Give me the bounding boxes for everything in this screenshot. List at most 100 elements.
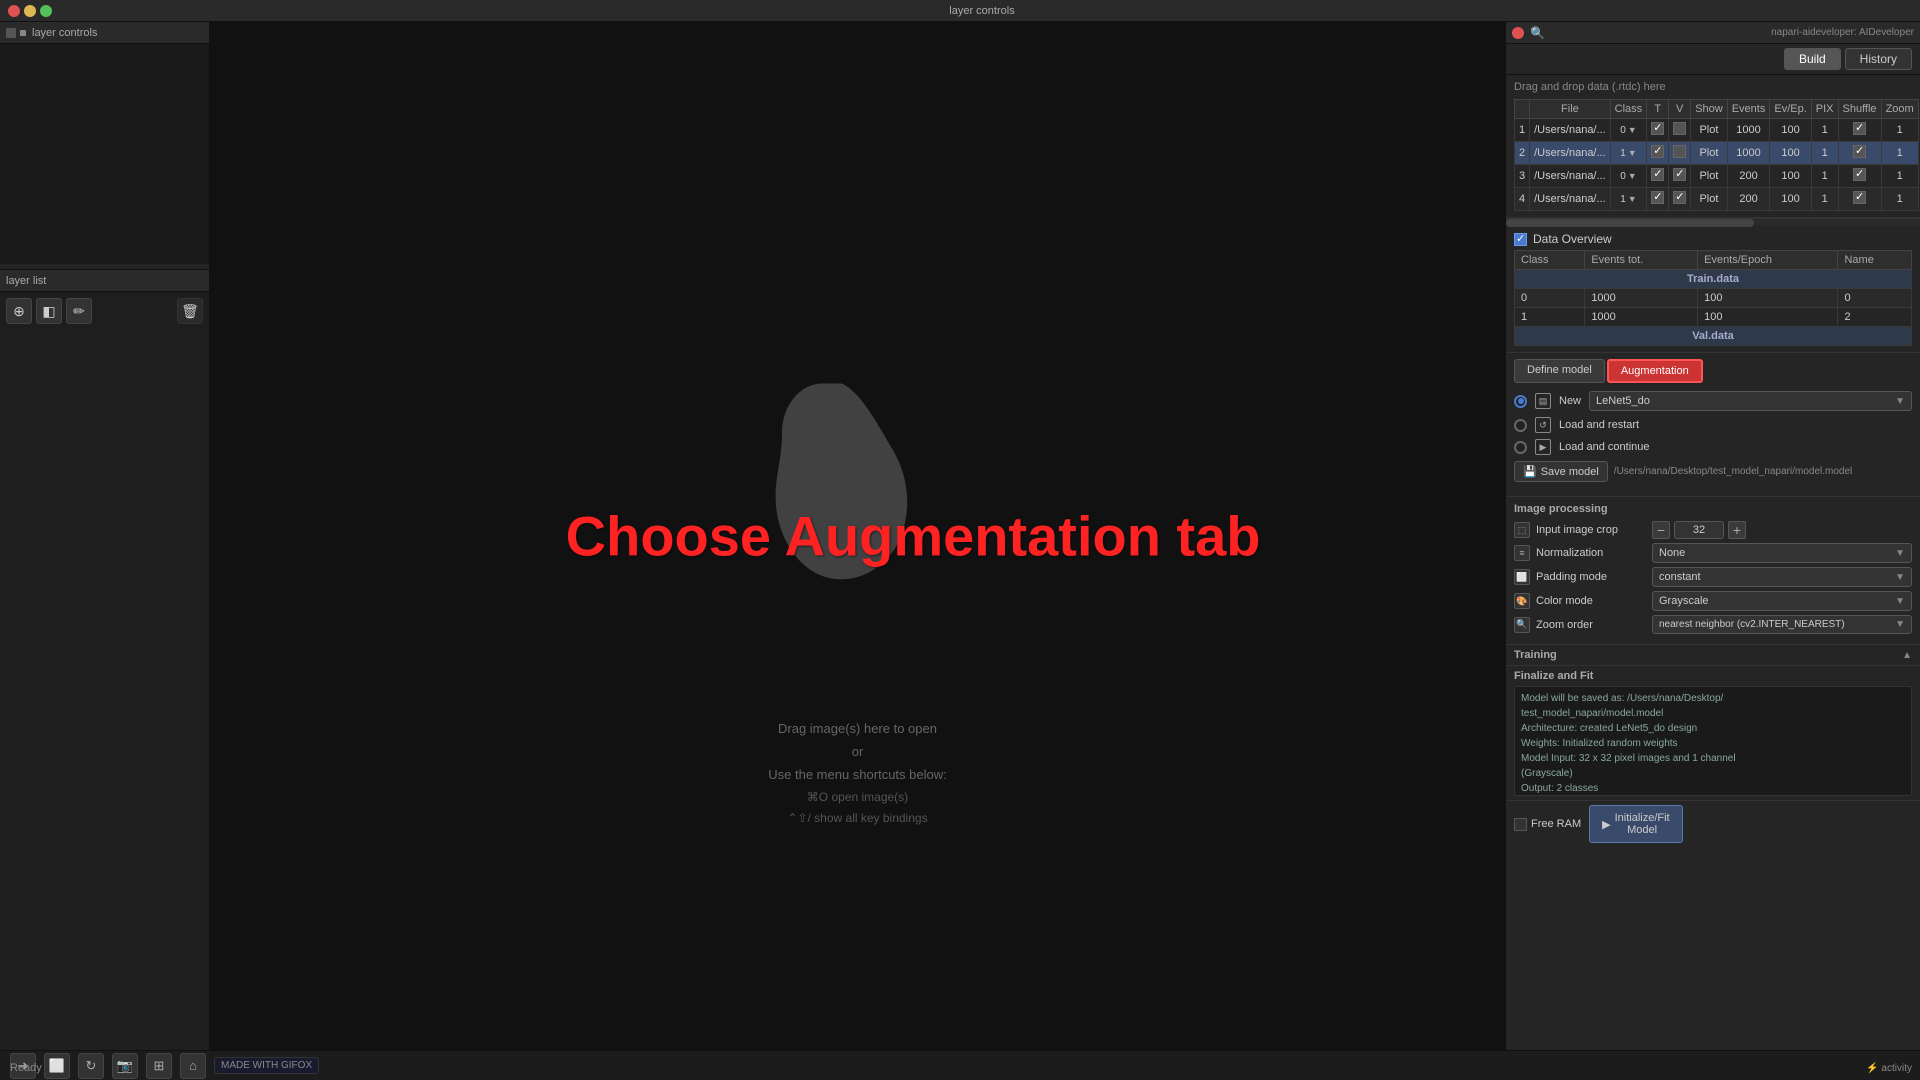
search-icon[interactable]: 🔍 bbox=[1530, 26, 1545, 40]
data-overview-section: Data Overview Class Events tot. Events/E… bbox=[1506, 226, 1920, 353]
load-continue-icon: ▶ bbox=[1535, 439, 1551, 455]
right-close-btn[interactable] bbox=[1512, 27, 1524, 39]
dropdown-arrow: ▼ bbox=[1895, 396, 1905, 407]
square-btn[interactable]: ⬜ bbox=[44, 1053, 70, 1079]
init-fit-btn[interactable]: ▶ Initialize/FitModel bbox=[1589, 805, 1683, 843]
right-window-controls: 🔍 bbox=[1512, 26, 1545, 40]
training-expand[interactable]: ▲ bbox=[1902, 650, 1912, 661]
image-processing-section: Image processing ⬚ Input image crop − 32… bbox=[1506, 497, 1920, 645]
zoom-dropdown-arrow: ▼ bbox=[1895, 619, 1905, 630]
h-scrollbar[interactable] bbox=[1506, 218, 1920, 226]
bindings-shortcut: ⌃⇧/ show all key bindings bbox=[768, 808, 946, 830]
color-label: Color mode bbox=[1536, 595, 1646, 607]
delete-layer-btn[interactable]: 🗑 bbox=[177, 298, 203, 324]
status-text: Ready bbox=[10, 1062, 42, 1074]
padding-icon: ⬜ bbox=[1514, 569, 1530, 585]
layer-controls-section: layer controls bbox=[0, 22, 209, 270]
ov-col-name: Name bbox=[1838, 251, 1912, 270]
build-tab[interactable]: Build bbox=[1784, 48, 1841, 70]
crop-row: ⬚ Input image crop − 32 + bbox=[1514, 521, 1912, 539]
layer-controls-content bbox=[0, 44, 209, 264]
crop-plus-btn[interactable]: + bbox=[1728, 521, 1746, 539]
save-path: /Users/nana/Desktop/test_model_napari/mo… bbox=[1614, 466, 1852, 477]
data-area: Drag and drop data (.rtdc) here File Cla… bbox=[1506, 75, 1920, 218]
model-section: Define model Augmentation ▤ New LeNet5_d… bbox=[1506, 353, 1920, 497]
crop-label: Input image crop bbox=[1536, 524, 1646, 536]
home-btn[interactable]: ⌂ bbox=[180, 1053, 206, 1079]
table-row: 3 /Users/nana/... 0 ▼ Plot 200 100 1 1 bbox=[1515, 165, 1919, 188]
labels-tool-btn[interactable]: ✏ bbox=[66, 298, 92, 324]
shapes-tool-btn[interactable]: ◧ bbox=[36, 298, 62, 324]
grid-btn[interactable]: ⊞ bbox=[146, 1053, 172, 1079]
table-row: 1 /Users/nana/... 0 ▼ Plot 1000 100 1 1 bbox=[1515, 119, 1919, 142]
color-icon: 🎨 bbox=[1514, 593, 1530, 609]
log-line-6: (Grayscale) bbox=[1521, 766, 1905, 781]
overview-table: Class Events tot. Events/Epoch Name Trai… bbox=[1514, 250, 1912, 346]
history-tab[interactable]: History bbox=[1845, 48, 1912, 70]
norm-select[interactable]: None ▼ bbox=[1652, 543, 1912, 563]
canvas-area: Choose Augmentation tab Drag image(s) he… bbox=[210, 22, 1505, 1050]
overview-row: 0 1000 100 0 bbox=[1515, 289, 1912, 308]
data-overview-checkbox[interactable] bbox=[1514, 233, 1527, 246]
zoom-select[interactable]: nearest neighbor (cv2.INTER_NEAREST) ▼ bbox=[1652, 615, 1912, 634]
new-model-radio[interactable] bbox=[1514, 395, 1527, 408]
log-line-3: Architecture: created LeNet5_do design bbox=[1521, 721, 1905, 736]
load-continue-radio[interactable] bbox=[1514, 441, 1527, 454]
load-restart-radio[interactable] bbox=[1514, 419, 1527, 432]
norm-row: ≡ Normalization None ▼ bbox=[1514, 543, 1912, 563]
crop-value[interactable]: 32 bbox=[1674, 521, 1724, 539]
crop-minus-btn[interactable]: − bbox=[1652, 521, 1670, 539]
log-line-4: Weights: Initialized random weights bbox=[1521, 736, 1905, 751]
new-model-row: ▤ New LeNet5_do ▼ bbox=[1514, 391, 1912, 411]
col-pix: PIX bbox=[1811, 100, 1838, 119]
drag-drop-hint: Drag and drop data (.rtdc) here bbox=[1514, 81, 1912, 93]
init-btn-label: Initialize/FitModel bbox=[1615, 812, 1670, 836]
padding-dropdown-arrow: ▼ bbox=[1895, 572, 1905, 583]
save-model-btn[interactable]: 💾 Save model bbox=[1514, 461, 1608, 482]
training-title: Training bbox=[1514, 649, 1557, 661]
close-btn[interactable] bbox=[8, 5, 20, 17]
col-zoom: Zoom bbox=[1881, 100, 1918, 119]
points-tool-btn[interactable]: ⊕ bbox=[6, 298, 32, 324]
shortcut-hint: Use the menu shortcuts below: bbox=[768, 763, 946, 786]
zoom-icon: 🔍 bbox=[1514, 617, 1530, 633]
activity-label: ⚡ activity bbox=[1866, 1063, 1912, 1074]
color-select[interactable]: Grayscale ▼ bbox=[1652, 591, 1912, 611]
play-icon: ▶ bbox=[1602, 818, 1610, 831]
load-continue-row: ▶ Load and continue bbox=[1514, 439, 1912, 455]
load-restart-row: ↺ Load and restart bbox=[1514, 417, 1912, 433]
right-scrollable[interactable]: Drag and drop data (.rtdc) here File Cla… bbox=[1506, 75, 1920, 1050]
finalize-section: Finalize and Fit Model will be saved as:… bbox=[1506, 666, 1920, 801]
left-panel: layer controls layer list ⊕ ◧ ✏ 🗑 bbox=[0, 22, 210, 1050]
grid-icon bbox=[6, 28, 16, 38]
or-text: or bbox=[768, 740, 946, 763]
model-name: LeNet5_do bbox=[1596, 395, 1650, 407]
norm-value: None bbox=[1659, 547, 1685, 559]
val-data-header: Val.data bbox=[1515, 327, 1912, 346]
zoom-value: nearest neighbor (cv2.INTER_NEAREST) bbox=[1659, 619, 1845, 630]
free-ram-label: Free RAM bbox=[1531, 818, 1581, 830]
ov-col-events-epoch: Events/Epoch bbox=[1698, 251, 1838, 270]
col-id bbox=[1515, 100, 1530, 119]
data-overview-header: Data Overview bbox=[1514, 232, 1912, 246]
col-file: File bbox=[1530, 100, 1611, 119]
free-ram-row: Free RAM bbox=[1514, 818, 1581, 831]
padding-select[interactable]: constant ▼ bbox=[1652, 567, 1912, 587]
augmentation-tab[interactable]: Augmentation bbox=[1607, 359, 1703, 383]
log-line-5: Model Input: 32 x 32 pixel images and 1 … bbox=[1521, 751, 1905, 766]
col-show: Show bbox=[1691, 100, 1728, 119]
model-dropdown[interactable]: LeNet5_do ▼ bbox=[1589, 391, 1912, 411]
refresh-btn[interactable]: ↻ bbox=[78, 1053, 104, 1079]
drag-hint: Drag image(s) here to open bbox=[768, 717, 946, 740]
save-icon: 💾 bbox=[1523, 465, 1537, 478]
arrow-icon bbox=[20, 30, 26, 36]
camera-btn[interactable]: 📷 bbox=[112, 1053, 138, 1079]
free-ram-checkbox[interactable] bbox=[1514, 818, 1527, 831]
ov-col-events-tot: Events tot. bbox=[1585, 251, 1698, 270]
table-row: 4 /Users/nana/... 1 ▼ Plot 200 100 1 1 bbox=[1515, 188, 1919, 211]
top-bar: layer controls bbox=[0, 0, 1920, 22]
minimize-btn[interactable] bbox=[24, 5, 36, 17]
define-model-tab[interactable]: Define model bbox=[1514, 359, 1605, 383]
maximize-btn[interactable] bbox=[40, 5, 52, 17]
layer-list-section: layer list ⊕ ◧ ✏ 🗑 bbox=[0, 270, 209, 1050]
